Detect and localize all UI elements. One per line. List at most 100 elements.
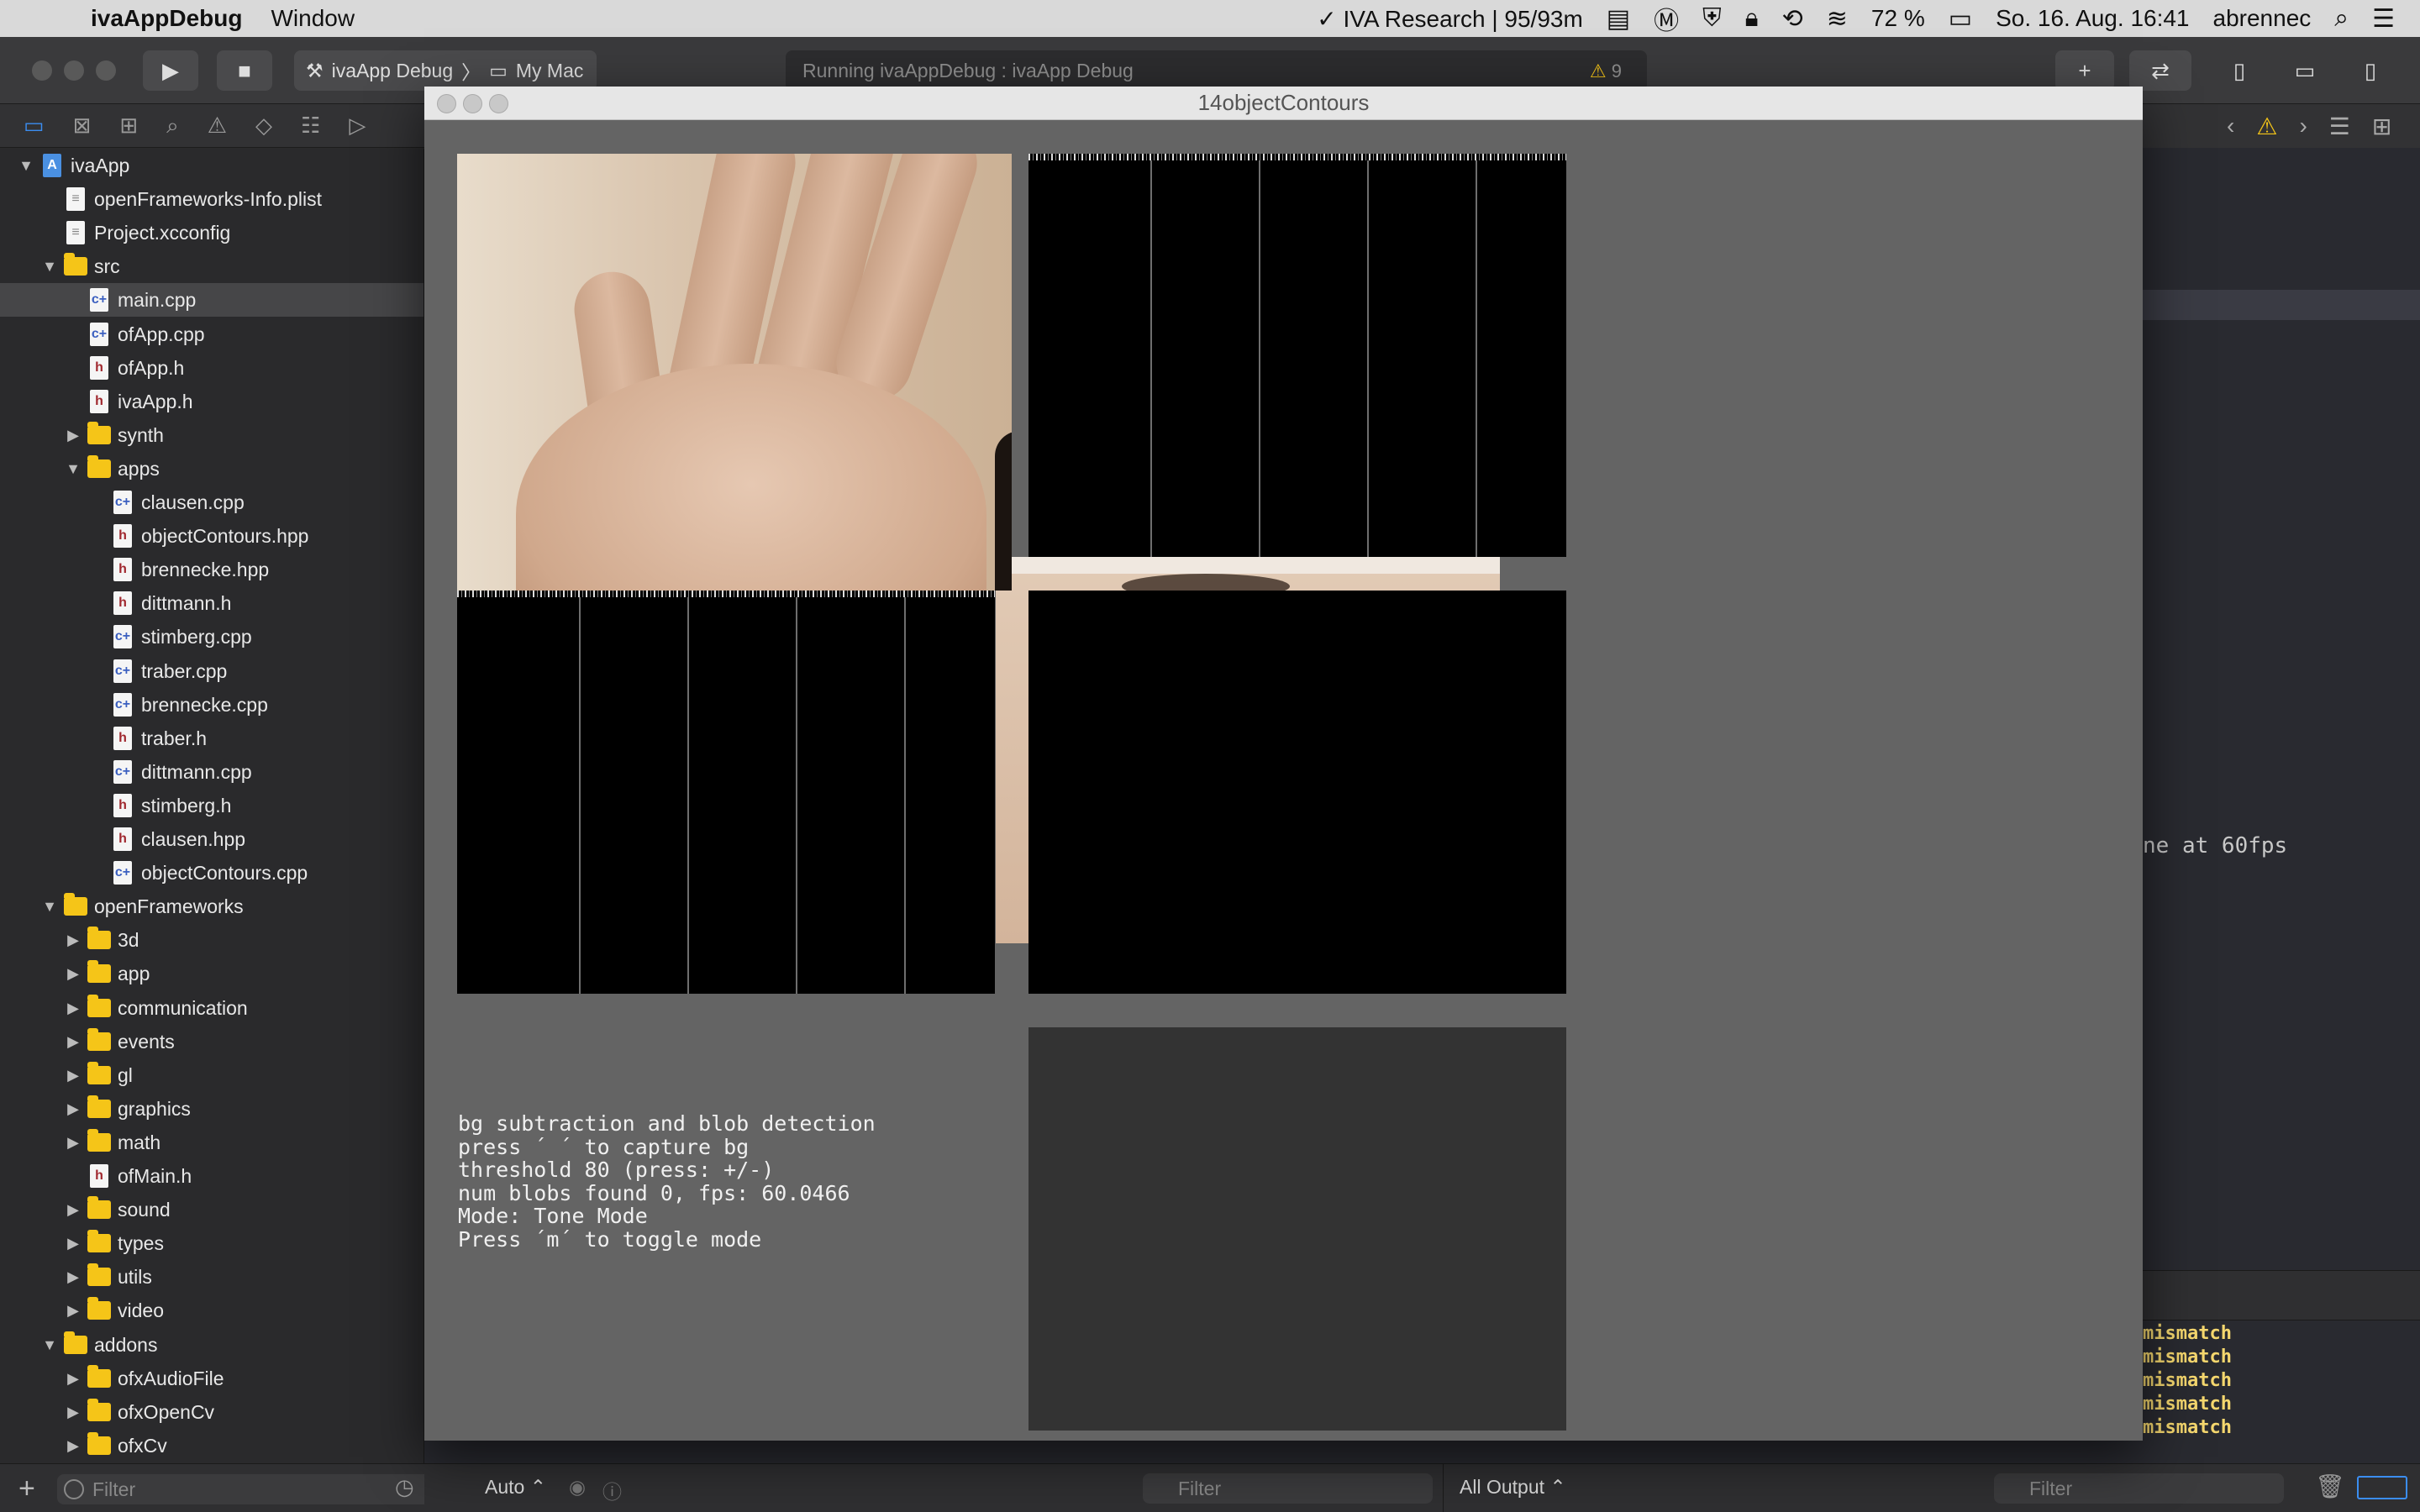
wifi-icon[interactable]: ≋ <box>1827 4 1848 34</box>
file-row[interactable]: h objectContours.hpp <box>0 519 424 553</box>
file-row[interactable]: h ivaApp.h <box>0 385 424 418</box>
folder-row[interactable]: ▶ 3d <box>0 923 424 957</box>
file-row[interactable]: c+ traber.cpp <box>0 654 424 688</box>
code-review-button[interactable]: ⇄ <box>2129 50 2191 91</box>
file-row[interactable]: h brennecke.hpp <box>0 553 424 586</box>
file-row[interactable]: c+ main.cpp <box>0 283 424 317</box>
recent-files-clock-icon[interactable]: ◷ <box>395 1474 414 1500</box>
code-text[interactable]: ne at 60fps <box>2143 833 2287 858</box>
toggle-debug-area-button[interactable]: ▭ <box>2274 50 2336 91</box>
folder-row[interactable]: ▶ video <box>0 1294 424 1327</box>
folder-row[interactable]: ▼ AivaApp <box>0 149 424 182</box>
file-row[interactable]: h clausen.hpp <box>0 822 424 856</box>
split-view-icon[interactable] <box>2357 1476 2407 1499</box>
folder-row[interactable]: ▶ synth <box>0 418 424 452</box>
folder-row[interactable]: ▶ ofxCv <box>0 1429 424 1462</box>
app-zoom-button[interactable] <box>489 94 508 113</box>
info-icon[interactable]: ⓘ <box>602 1476 622 1504</box>
project-navigator-folder-icon[interactable]: ▭ <box>24 113 45 139</box>
disclosure-closed-icon[interactable]: ▶ <box>64 1437 82 1455</box>
folder-row[interactable]: ▶ gl <box>0 1058 424 1092</box>
scheme-selector[interactable]: ⚒ ivaApp Debug 〉 ▭ My Mac <box>294 50 597 91</box>
disclosure-closed-icon[interactable]: ▶ <box>64 1268 82 1286</box>
folder-row[interactable]: ▶ sound <box>0 1193 424 1226</box>
warning-badge[interactable]: ⚠ 9 <box>1590 60 1622 82</box>
output-scope-popup[interactable]: All Output ⌃ <box>1460 1476 1566 1499</box>
disclosure-closed-icon[interactable]: ▶ <box>64 1370 82 1388</box>
folder-row[interactable]: ▶ app <box>0 957 424 990</box>
folder-row[interactable]: ▶ communication <box>0 991 424 1025</box>
spotlight-icon[interactable]: ⌕ <box>2334 4 2349 33</box>
folder-row[interactable]: ▶ ofxAudioFile <box>0 1362 424 1395</box>
app-close-button[interactable] <box>437 94 456 113</box>
folder-row[interactable]: ▼ apps <box>0 452 424 486</box>
file-row[interactable]: c+ objectContours.cpp <box>0 856 424 890</box>
toggle-navigator-button[interactable]: ▯ <box>2208 50 2270 91</box>
issue-navigator-warning-icon[interactable]: ⚠ <box>208 113 227 139</box>
time-machine-icon[interactable]: ⟲ <box>1782 4 1803 34</box>
forward-chevron-icon[interactable]: › <box>2299 113 2307 139</box>
battery-icon[interactable]: ▭ <box>1949 4 1972 34</box>
disclosure-closed-icon[interactable]: ▶ <box>64 1235 82 1252</box>
folder-row[interactable]: ▼ openFrameworks <box>0 890 424 923</box>
run-button[interactable]: ▶ <box>143 50 198 91</box>
battery-percentage[interactable]: 72 % <box>1871 5 1925 32</box>
variables-filter-input[interactable]: Filter <box>1143 1473 1433 1504</box>
source-control-icon[interactable]: ⊠ <box>73 113 92 139</box>
file-row[interactable]: h dittmann.h <box>0 586 424 620</box>
folder-row[interactable]: ▶ math <box>0 1126 424 1159</box>
vpn-status[interactable]: ✓ IVA Research | 95/93m <box>1317 5 1583 33</box>
disclosure-open-icon[interactable]: ▼ <box>40 898 59 916</box>
folder-row[interactable]: ▼ src <box>0 249 424 283</box>
disclosure-closed-icon[interactable]: ▶ <box>64 1201 82 1219</box>
lock-icon[interactable]: 🔒︎ <box>1745 4 1759 33</box>
folder-row[interactable]: ▶ types <box>0 1226 424 1260</box>
folder-row[interactable]: ▼ addons <box>0 1328 424 1362</box>
debug-navigator-icon[interactable]: ☷ <box>301 113 320 139</box>
disclosure-closed-icon[interactable]: ▶ <box>64 1404 82 1421</box>
file-row[interactable]: c+ brennecke.cpp <box>0 688 424 722</box>
add-file-plus-icon[interactable]: + <box>18 1473 35 1505</box>
close-window-button[interactable] <box>32 60 52 81</box>
disclosure-open-icon[interactable]: ▼ <box>17 157 35 175</box>
folder-row[interactable]: ▶ events <box>0 1025 424 1058</box>
stack-icon[interactable]: ▤ <box>1607 4 1630 34</box>
folder-row[interactable]: ▶ graphics <box>0 1092 424 1126</box>
disclosure-open-icon[interactable]: ▼ <box>64 460 82 478</box>
related-items-icon[interactable]: ☰ <box>2329 113 2350 140</box>
file-row[interactable]: c+ ofApp.cpp <box>0 318 424 351</box>
disclosure-closed-icon[interactable]: ▶ <box>64 965 82 983</box>
app-menu[interactable]: ivaAppDebug <box>91 5 242 32</box>
symbol-navigator-icon[interactable]: ⊞ <box>119 113 138 139</box>
disclosure-closed-icon[interactable]: ▶ <box>64 1033 82 1051</box>
app-minimize-button[interactable] <box>463 94 482 113</box>
file-row[interactable]: ≡ openFrameworks-Info.plist <box>0 182 424 216</box>
disclosure-closed-icon[interactable]: ▶ <box>64 1067 82 1084</box>
file-row[interactable]: h ofMain.h <box>0 1159 424 1193</box>
file-row[interactable]: c+ dittmann.cpp <box>0 755 424 789</box>
disclosure-closed-icon[interactable]: ▶ <box>64 1134 82 1152</box>
disclosure-open-icon[interactable]: ▼ <box>40 1336 59 1354</box>
variables-scope-popup[interactable]: Auto ⌃ <box>485 1476 546 1499</box>
menu-window[interactable]: Window <box>271 5 355 32</box>
console-output[interactable]: mismatch mismatch mismatch mismatch mism… <box>2143 1322 2420 1440</box>
disclosure-closed-icon[interactable]: ▶ <box>64 1000 82 1017</box>
eye-icon[interactable]: ◉ <box>569 1476 586 1499</box>
disclosure-closed-icon[interactable]: ▶ <box>64 1100 82 1118</box>
add-editor-icon[interactable]: ⊞ <box>2372 113 2391 140</box>
notification-center-icon[interactable]: ☰ <box>2372 4 2395 34</box>
trash-icon[interactable]: 🗑︎ <box>2315 1473 2345 1500</box>
disclosure-closed-icon[interactable]: ▶ <box>64 932 82 949</box>
file-row[interactable]: h traber.h <box>0 722 424 755</box>
file-row[interactable]: h stimberg.h <box>0 789 424 822</box>
library-button[interactable]: + <box>2055 50 2114 91</box>
file-row[interactable]: h ofApp.h <box>0 351 424 385</box>
navigator-filter-input[interactable]: Filter <box>57 1474 452 1504</box>
breakpoint-navigator-icon[interactable]: ▷ <box>349 113 366 139</box>
folder-row[interactable]: ▶ ofxOpenCv <box>0 1395 424 1429</box>
test-navigator-diamond-icon[interactable]: ◇ <box>255 113 272 139</box>
file-row[interactable]: c+ clausen.cpp <box>0 486 424 519</box>
user-menu[interactable]: abrennec <box>2213 5 2312 32</box>
clock[interactable]: So. 16. Aug. 16:41 <box>1996 5 2189 32</box>
toggle-inspector-button[interactable]: ▯ <box>2339 50 2402 91</box>
